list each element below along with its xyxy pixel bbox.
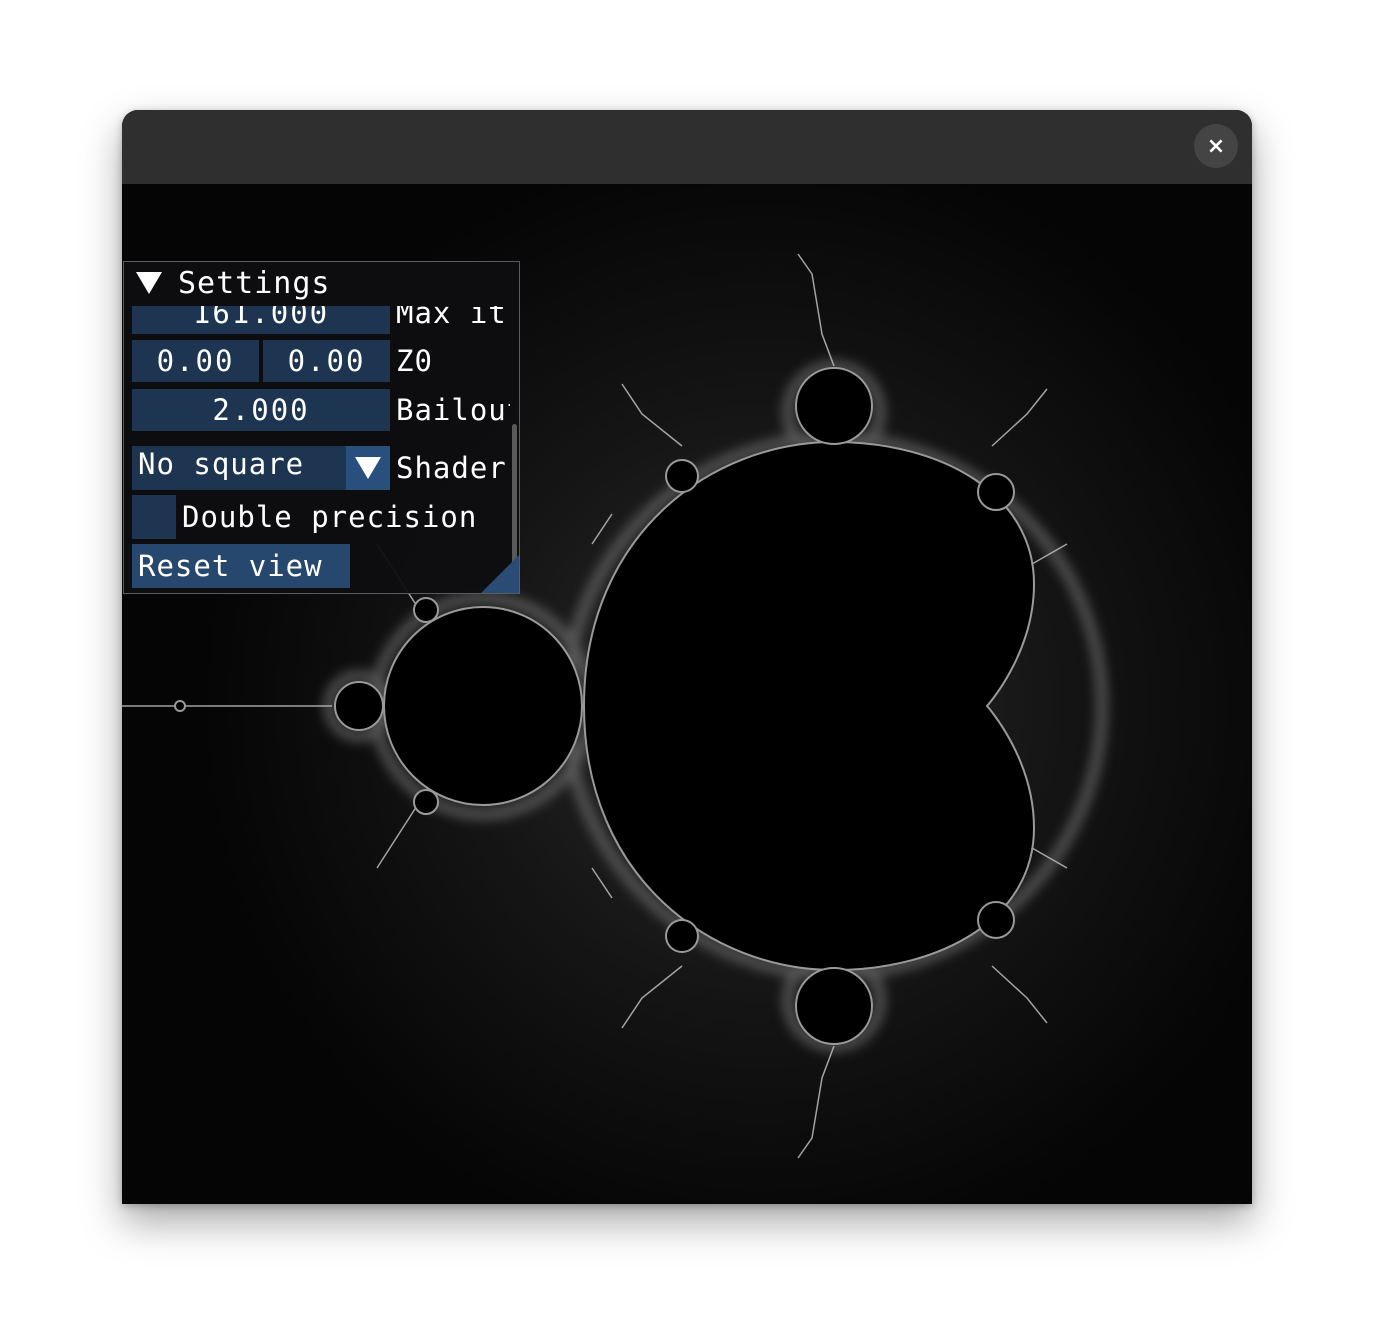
settings-header[interactable]: Settings xyxy=(124,262,519,306)
bailout-field[interactable]: 2.000 xyxy=(132,389,390,431)
settings-title: Settings xyxy=(178,266,331,301)
scrollbar-thumb[interactable] xyxy=(512,424,517,566)
shader-label: Shader xyxy=(396,451,507,485)
app-window: × Settings 161.000 Max it 0.00 0.00 Z0 2… xyxy=(122,110,1252,1204)
z0-imag-field[interactable]: 0.00 xyxy=(263,340,390,382)
resize-grip-icon[interactable] xyxy=(481,555,519,593)
chevron-down-icon[interactable] xyxy=(346,446,390,490)
settings-scrollbar[interactable] xyxy=(511,306,518,593)
close-icon: × xyxy=(1206,133,1226,159)
double-precision-label: Double precision xyxy=(182,500,478,534)
shader-combo-value: No square xyxy=(138,447,305,481)
double-precision-checkbox[interactable] xyxy=(132,495,176,539)
reset-view-button[interactable]: Reset view xyxy=(132,544,350,588)
settings-content: 161.000 Max it 0.00 0.00 Z0 2.000 Bailou… xyxy=(124,306,510,593)
z0-label: Z0 xyxy=(396,344,433,378)
shader-combo[interactable]: No square xyxy=(132,446,390,490)
max-iter-field[interactable]: 161.000 xyxy=(132,306,390,334)
fractal-canvas[interactable]: Settings 161.000 Max it 0.00 0.00 Z0 2.0… xyxy=(122,184,1252,1204)
close-button[interactable]: × xyxy=(1194,124,1238,168)
collapse-arrow-icon[interactable] xyxy=(136,272,162,294)
max-iter-label: Max it xyxy=(396,306,507,330)
bailout-label: Bailout xyxy=(396,393,510,427)
z0-real-field[interactable]: 0.00 xyxy=(132,340,259,382)
titlebar[interactable]: × xyxy=(122,110,1252,184)
settings-panel[interactable]: Settings 161.000 Max it 0.00 0.00 Z0 2.0… xyxy=(123,261,520,594)
